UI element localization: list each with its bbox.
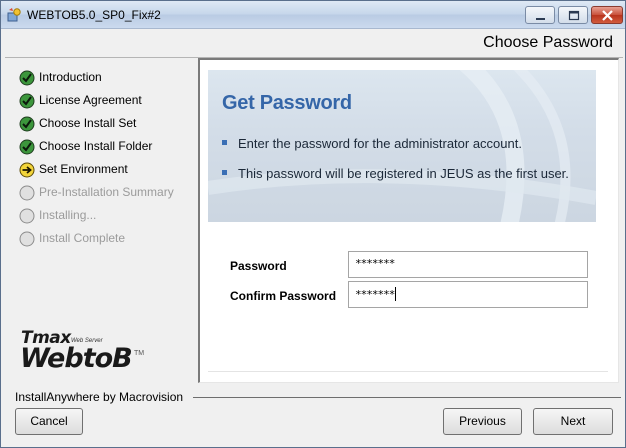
password-field[interactable]: *******: [348, 251, 588, 278]
check-icon: [19, 116, 35, 132]
confirm-password-label: Confirm Password: [230, 289, 337, 303]
close-icon: [602, 10, 613, 21]
step-choose-install-set: Choose Install Set: [19, 115, 199, 133]
bullet-icon: [222, 170, 227, 175]
step-label: License Agreement: [39, 93, 142, 107]
next-button[interactable]: Next: [533, 408, 613, 435]
check-icon: [19, 139, 35, 155]
step-set-environment: Set Environment: [19, 161, 199, 179]
step-label: Set Environment: [39, 162, 128, 176]
step-label: Choose Install Set: [39, 116, 137, 130]
bullet-text: This password will be registered in JEUS…: [238, 166, 569, 181]
bullet-text: Enter the password for the administrator…: [238, 136, 522, 151]
minimize-button[interactable]: [525, 6, 555, 24]
confirm-password-field[interactable]: *******: [348, 281, 588, 308]
circle-icon: [19, 185, 35, 201]
step-install-complete: Install Complete: [19, 230, 199, 248]
step-label: Pre-Installation Summary: [39, 185, 174, 199]
logo-product: WebtoB: [20, 343, 133, 374]
content-panel: Get Password Enter the password for the …: [198, 58, 619, 383]
installer-icon: [6, 7, 22, 23]
cancel-button[interactable]: Cancel: [15, 408, 83, 435]
window-title: WEBTOB5.0_SP0_Fix#2: [27, 8, 161, 22]
installer-window: WEBTOB5.0_SP0_Fix#2 Choose Password Intr…: [0, 0, 626, 448]
password-value: *******: [355, 257, 395, 270]
panel-divider: [208, 371, 608, 372]
step-label: Install Complete: [39, 231, 126, 245]
step-label: Installing...: [39, 208, 97, 222]
arrow-right-icon: [19, 162, 35, 178]
text-caret: [395, 287, 397, 301]
circle-icon: [19, 208, 35, 224]
confirm-password-value: *******: [355, 288, 395, 301]
step-label: Introduction: [39, 70, 102, 84]
logo-trademark: TM: [134, 350, 145, 357]
step-installing: Installing...: [19, 207, 199, 225]
step-license-agreement: License Agreement: [19, 92, 199, 110]
check-icon: [19, 70, 35, 86]
previous-button[interactable]: Previous: [443, 408, 522, 435]
step-choose-install-folder: Choose Install Folder: [19, 138, 199, 156]
title-bar[interactable]: WEBTOB5.0_SP0_Fix#2: [1, 1, 625, 29]
step-label: Choose Install Folder: [39, 139, 153, 153]
banner-title: Get Password: [222, 92, 352, 114]
bullet-icon: [222, 140, 227, 145]
step-pre-installation-summary: Pre-Installation Summary: [19, 184, 199, 202]
minimize-icon: [536, 18, 545, 20]
maximize-icon: [568, 10, 580, 21]
check-icon: [19, 93, 35, 109]
footer-divider: [193, 397, 621, 398]
page-title: Choose Password: [483, 34, 613, 51]
password-label: Password: [230, 259, 287, 273]
step-introduction: Introduction: [19, 69, 199, 87]
info-banner: Get Password Enter the password for the …: [208, 70, 596, 222]
close-button[interactable]: [591, 6, 623, 24]
circle-icon: [19, 231, 35, 247]
vendor-label: InstallAnywhere by Macrovision: [15, 390, 184, 404]
maximize-button[interactable]: [558, 6, 588, 24]
